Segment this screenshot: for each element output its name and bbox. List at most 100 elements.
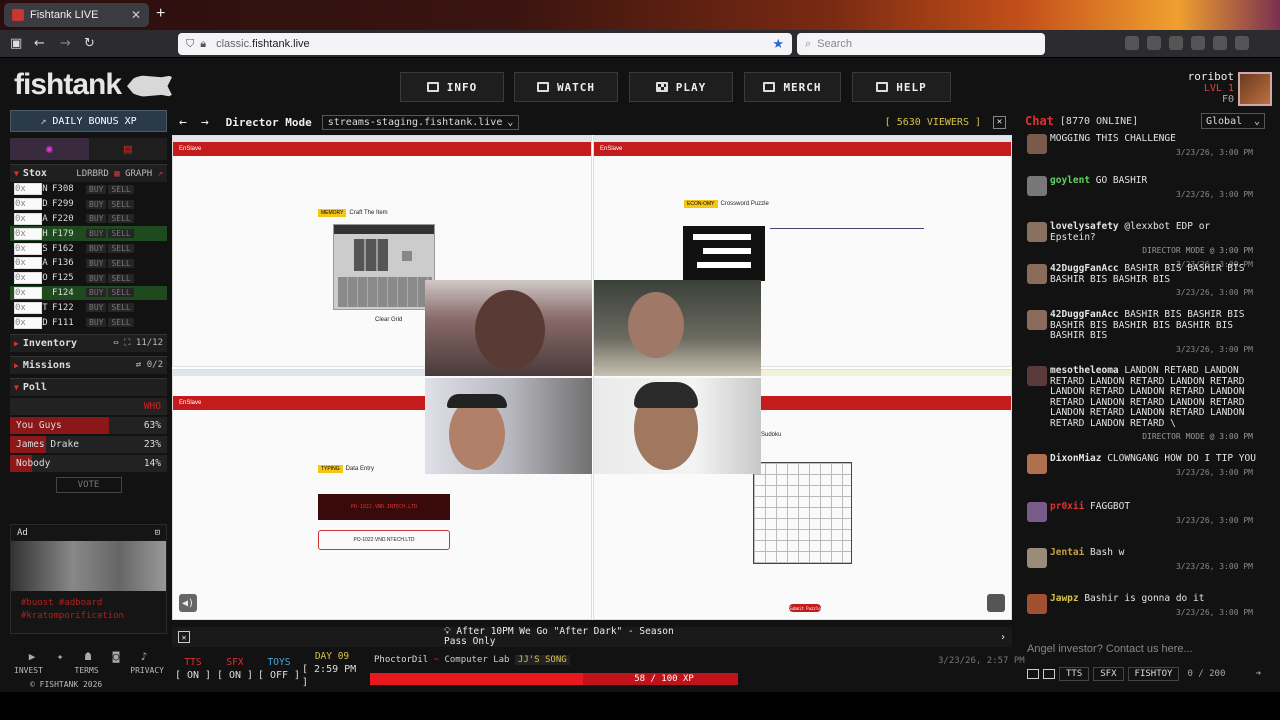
volume-icon[interactable]: ◀): [179, 594, 197, 612]
chat-username[interactable]: Jawpz: [1050, 593, 1079, 604]
extension-icon[interactable]: [1191, 36, 1205, 50]
sell-button[interactable]: SELL: [108, 303, 134, 313]
poll-header[interactable]: ▼ Poll: [10, 377, 167, 396]
chat-username[interactable]: 42DuggFanAcc: [1050, 263, 1119, 274]
sell-button[interactable]: SELL: [108, 184, 134, 194]
chat-username[interactable]: DixonMiaz: [1050, 453, 1101, 464]
sidebar-toggle-icon[interactable]: ▣: [10, 36, 22, 51]
next-stream-icon[interactable]: →: [201, 115, 209, 130]
market-icon[interactable]: ▤: [88, 138, 167, 160]
buy-button[interactable]: BUY: [86, 303, 107, 313]
privacy-link[interactable]: PRIVACY: [130, 666, 164, 675]
chat-messages[interactable]: MOGGING THIS CHALLENGE 3/23/26, 3:00 PM …: [1019, 134, 1271, 630]
user-info[interactable]: roribot LVL 1 F0: [1188, 70, 1234, 105]
emoji-icon[interactable]: [1027, 669, 1039, 679]
nav-watch-button[interactable]: WATCH: [514, 72, 618, 102]
room-name[interactable]: Computer Lab: [444, 655, 509, 665]
poll-option[interactable]: Nobody 14%: [10, 454, 167, 472]
forward-icon[interactable]: →: [60, 36, 71, 51]
toys-toggle[interactable]: TOYS[ OFF ]: [256, 652, 302, 686]
nav-play-button[interactable]: PLAY: [629, 72, 733, 102]
avatar[interactable]: [1238, 72, 1272, 106]
buy-button[interactable]: BUY: [86, 258, 107, 268]
buy-button[interactable]: BUY: [86, 184, 107, 194]
sell-button[interactable]: SELL: [108, 199, 134, 209]
chat-avatar[interactable]: [1027, 454, 1047, 474]
invest-link[interactable]: INVEST: [14, 666, 43, 675]
chevron-right-icon[interactable]: ›: [1000, 632, 1006, 643]
chat-avatar[interactable]: [1027, 502, 1047, 522]
extension-icon[interactable]: [1213, 36, 1227, 50]
buy-button[interactable]: BUY: [86, 244, 107, 254]
crafting-icon[interactable]: ✺: [10, 138, 89, 160]
search-input[interactable]: ⌕ Search: [797, 33, 1045, 55]
chat-avatar[interactable]: [1027, 176, 1047, 196]
nav-merch-button[interactable]: MERCH: [744, 72, 841, 102]
buy-button[interactable]: BUY: [86, 318, 107, 328]
sell-button[interactable]: SELL: [108, 229, 134, 239]
menu-icon[interactable]: [1235, 36, 1249, 50]
daily-bonus-button[interactable]: ↗ DAILY BONUS XP: [10, 110, 167, 132]
youtube-icon[interactable]: ▶: [29, 650, 36, 663]
chat-avatar[interactable]: [1027, 264, 1047, 284]
inventory-header[interactable]: ▶ Inventory ⇔ ⛶ 11/12: [10, 333, 167, 352]
buy-button[interactable]: BUY: [86, 229, 107, 239]
chat-username[interactable]: lovelysafety: [1050, 221, 1119, 232]
buy-button[interactable]: BUY: [86, 214, 107, 224]
new-tab-button[interactable]: +: [156, 5, 165, 23]
close-icon[interactable]: ✕: [178, 631, 190, 643]
close-icon[interactable]: ✕: [993, 115, 1006, 129]
chat-username[interactable]: mesotheleoma: [1050, 365, 1119, 376]
poll-option[interactable]: James Drake 23%: [10, 435, 167, 453]
tiktok-icon[interactable]: ♪: [141, 650, 148, 663]
sell-button[interactable]: SELL: [108, 214, 134, 224]
ad-image[interactable]: [11, 541, 166, 591]
chat-input[interactable]: Angel investor? Contact us here...: [1019, 638, 1271, 660]
stox-header[interactable]: ▼ Stox LDRBRD ▦ GRAPH ↗: [10, 164, 167, 182]
expand-icon[interactable]: ⊡: [155, 528, 160, 538]
chat-avatar[interactable]: [1027, 310, 1047, 330]
send-icon[interactable]: ➜: [1256, 669, 1261, 679]
sell-button[interactable]: SELL: [108, 288, 134, 298]
chat-username[interactable]: 42DuggFanAcc: [1050, 309, 1119, 320]
sfx-toggle[interactable]: SFX[ ON ]: [214, 652, 256, 686]
chat-username[interactable]: Jentai: [1050, 547, 1084, 558]
chat-fishtoy-button[interactable]: FISHTOY: [1127, 667, 1180, 681]
poll-option[interactable]: You Guys 63%: [10, 416, 167, 434]
browser-tab[interactable]: Fishtank LIVE ✕: [4, 3, 149, 27]
reload-icon[interactable]: ↻: [84, 36, 95, 51]
fishtank-logo[interactable]: fishtank: [14, 68, 174, 102]
chat-avatar[interactable]: [1027, 222, 1047, 242]
nav-help-button[interactable]: HELP: [852, 72, 951, 102]
back-icon[interactable]: ←: [34, 36, 45, 51]
sell-button[interactable]: SELL: [108, 258, 134, 268]
twitter-icon[interactable]: ✦: [57, 650, 64, 663]
missions-header[interactable]: ▶ Missions ⇄ 0/2: [10, 355, 167, 374]
buy-button[interactable]: BUY: [86, 199, 107, 209]
buy-button[interactable]: BUY: [86, 273, 107, 283]
extension-icon[interactable]: [1147, 36, 1161, 50]
terms-link[interactable]: TERMS: [75, 666, 99, 675]
prev-stream-icon[interactable]: ←: [179, 115, 187, 130]
sell-button[interactable]: SELL: [108, 244, 134, 254]
channel-select[interactable]: Global ⌄: [1201, 113, 1265, 129]
chat-avatar[interactable]: [1027, 366, 1047, 386]
chat-avatar[interactable]: [1027, 134, 1047, 154]
leaderboard-link[interactable]: LDRBRD: [76, 169, 109, 179]
graph-link[interactable]: GRAPH: [125, 169, 152, 179]
chat-username[interactable]: goylent: [1050, 175, 1090, 186]
chat-avatar[interactable]: [1027, 548, 1047, 568]
sell-button[interactable]: SELL: [108, 318, 134, 328]
stream-select[interactable]: streams-staging.fishtank.live ⌄: [321, 114, 520, 130]
extension-icon[interactable]: [1125, 36, 1139, 50]
chat-avatar[interactable]: [1027, 594, 1047, 614]
nav-info-button[interactable]: INFO: [400, 72, 504, 102]
tab-close-icon[interactable]: ✕: [131, 8, 141, 22]
address-bar[interactable]: ⛉ 🔒︎ classic.fishtank.live ★: [178, 33, 792, 55]
chat-sfx-button[interactable]: SFX: [1093, 667, 1124, 681]
sell-button[interactable]: SELL: [108, 273, 134, 283]
ad-tags[interactable]: #buost #adboard #kratomporification: [11, 591, 166, 629]
stream-video[interactable]: EnSlave MEMORY Craft The Item Clear Grid …: [172, 135, 1012, 620]
bookmark-star-icon[interactable]: ★: [772, 36, 784, 52]
chat-username[interactable]: pr0xii: [1050, 501, 1084, 512]
